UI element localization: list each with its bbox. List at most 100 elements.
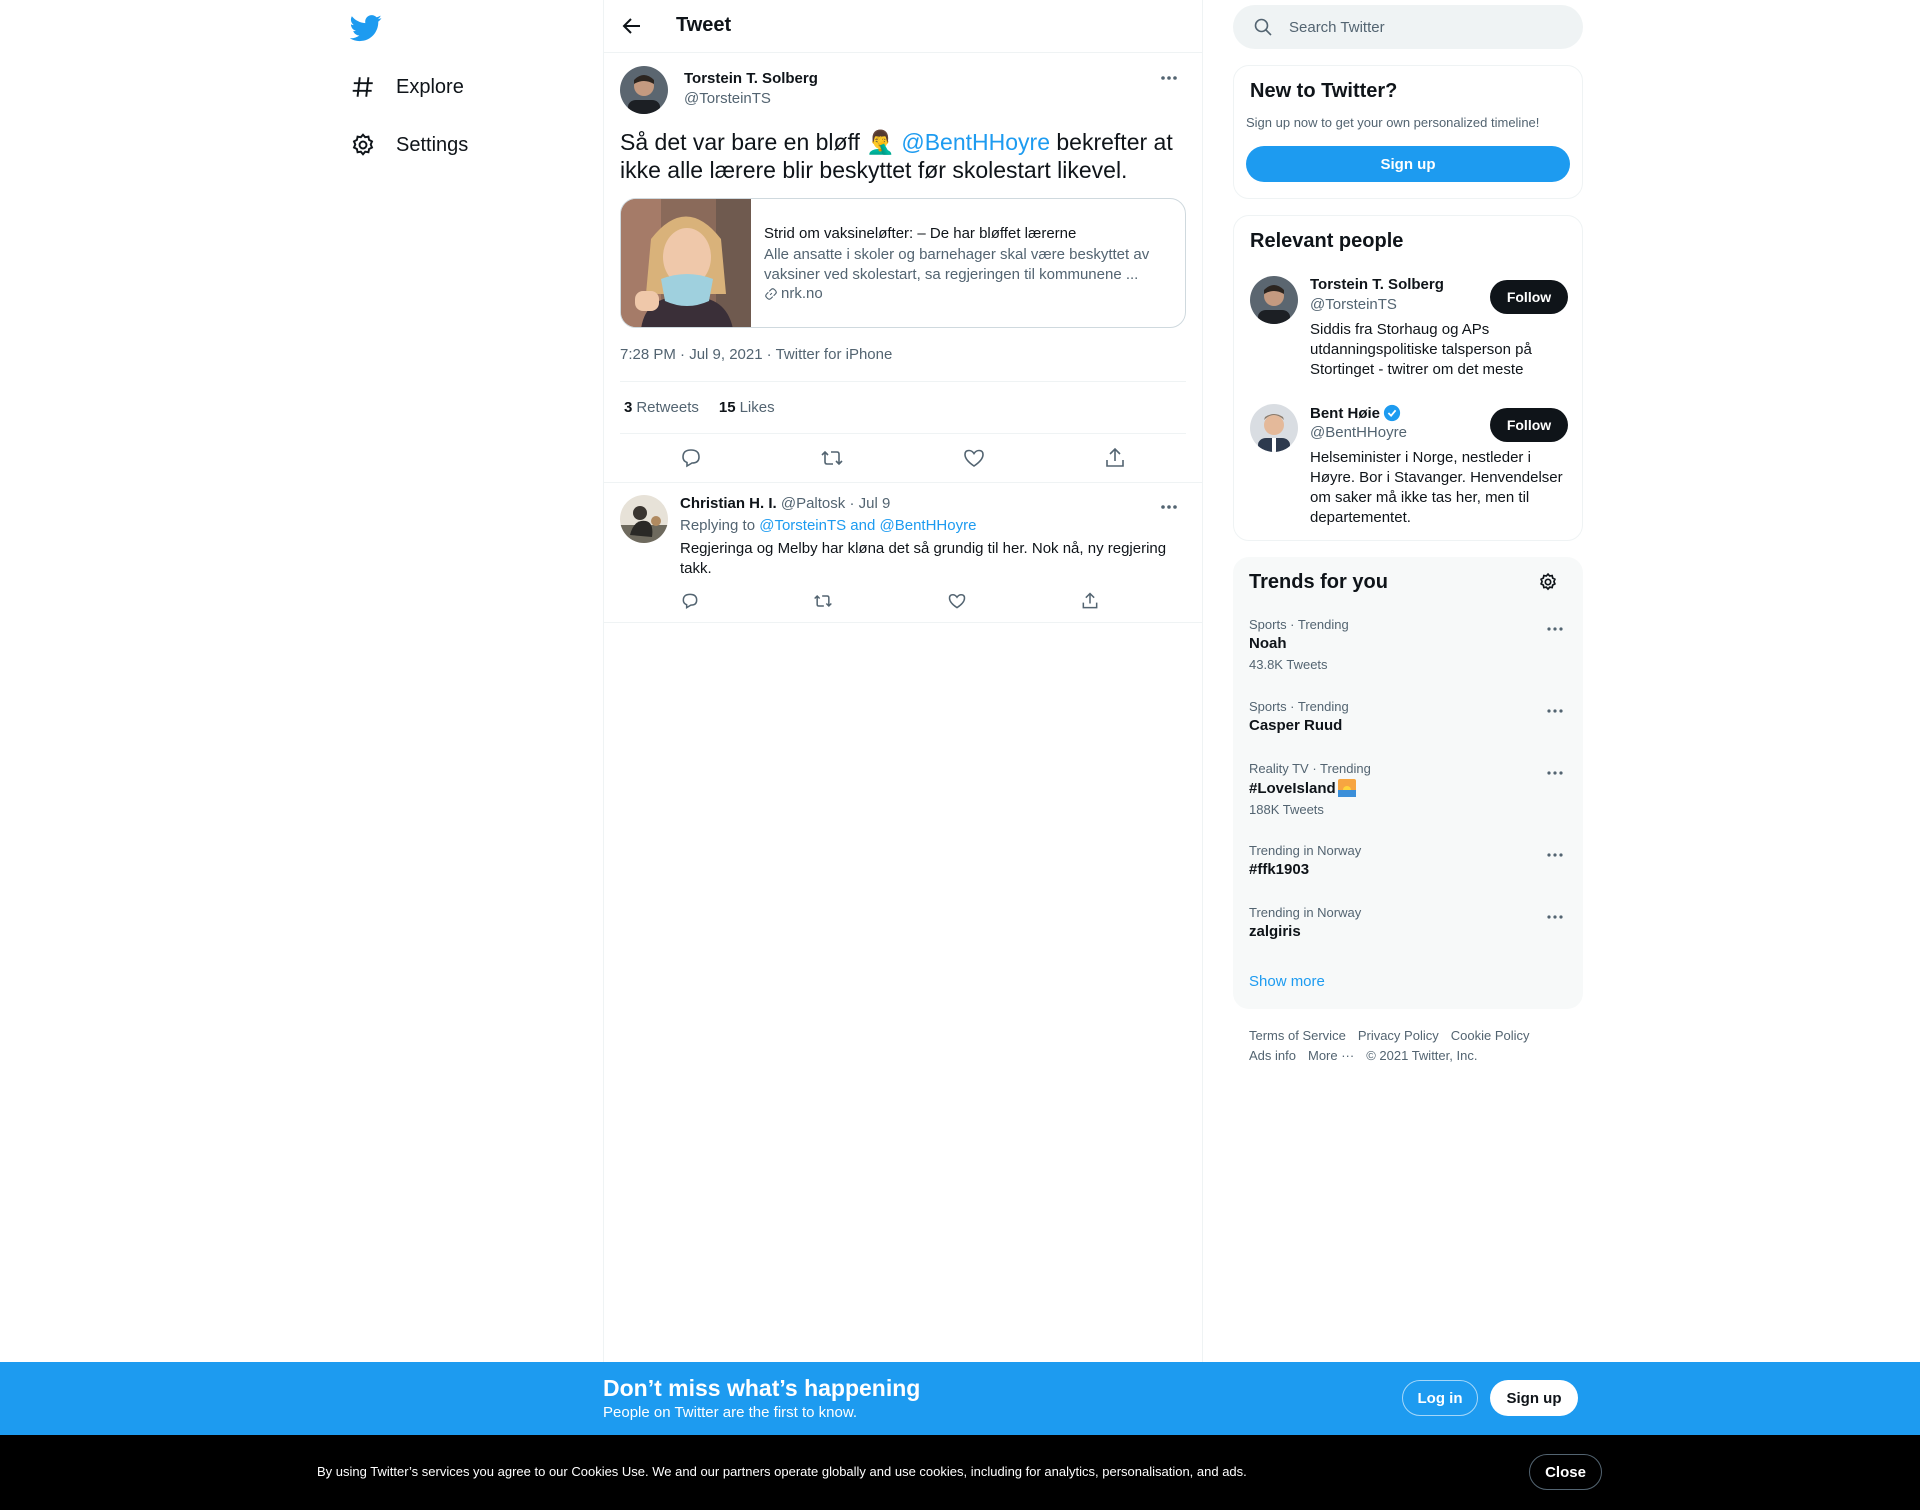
reply-author-name[interactable]: Christian H. I. <box>680 495 777 512</box>
search-icon <box>1253 17 1273 37</box>
signup-banner: Don’t miss what’s happening People on Tw… <box>0 1362 1920 1435</box>
tweet-time[interactable]: 7:28 PM · Jul 9, 2021 <box>620 346 763 363</box>
author-name[interactable]: Torstein T. Solberg <box>684 70 818 87</box>
sunset-emoji-icon <box>1337 779 1356 797</box>
trend-context: Trending in Norway <box>1249 905 1362 920</box>
more-options-icon[interactable] <box>1543 619 1567 639</box>
relevant-people-panel: Relevant people Torstein T. Solberg @Tor… <box>1233 215 1583 541</box>
person-handle[interactable]: @BentHHoyre <box>1310 424 1407 441</box>
footer-link-more[interactable]: More ··· <box>1308 1048 1354 1063</box>
mention-link[interactable]: @BentHHoyre <box>901 129 1050 155</box>
search-bar[interactable] <box>1233 5 1583 49</box>
more-options-icon[interactable] <box>1152 66 1186 90</box>
new-to-twitter-panel: New to Twitter? Sign up now to get your … <box>1233 65 1583 199</box>
back-arrow-icon[interactable] <box>620 14 644 38</box>
more-options-icon[interactable] <box>1152 495 1186 519</box>
avatar[interactable] <box>1250 404 1298 452</box>
login-button[interactable]: Log in <box>1402 1380 1478 1416</box>
footer-link-cookie[interactable]: Cookie Policy <box>1451 1028 1530 1043</box>
footer-link-terms[interactable]: Terms of Service <box>1249 1028 1346 1043</box>
heart-icon[interactable] <box>962 446 986 470</box>
link-card[interactable]: Strid om vaksineløfter: – De har bløffet… <box>620 198 1186 328</box>
trend-name: zalgiris <box>1249 923 1301 940</box>
retweets-label: Retweets <box>636 399 699 416</box>
footer-link-privacy[interactable]: Privacy Policy <box>1358 1028 1439 1043</box>
share-icon[interactable] <box>1103 446 1127 470</box>
trend-name-row: #LoveIsland <box>1249 779 1567 797</box>
twitter-bird-icon[interactable] <box>350 12 382 44</box>
trend-item[interactable]: Sports · Trending Noah 43.8K Tweets <box>1249 617 1567 672</box>
more-options-icon[interactable] <box>1543 907 1567 927</box>
footer-link-ads[interactable]: Ads info <box>1249 1048 1296 1063</box>
follow-button[interactable]: Follow <box>1490 280 1568 314</box>
page-header: Tweet <box>604 0 1202 53</box>
copyright: © 2021 Twitter, Inc. <box>1366 1048 1478 1063</box>
cookie-notice: By using Twitter’s services you agree to… <box>0 1435 1920 1510</box>
trend-item[interactable]: Sports · Trending Casper Ruud <box>1249 699 1567 734</box>
likes-stat[interactable]: 15 Likes <box>719 399 775 416</box>
heart-icon[interactable] <box>947 591 967 611</box>
author-handle[interactable]: @TorsteinTS <box>684 90 771 107</box>
reply-icon[interactable] <box>679 446 703 470</box>
person-bio: Siddis fra Storhaug og APs utdanningspol… <box>1310 321 1532 378</box>
more-options-icon[interactable] <box>1543 763 1567 783</box>
hashtag-icon <box>350 74 376 100</box>
trend-name: #ffk1903 <box>1249 861 1310 878</box>
reply-author-handle[interactable]: @Paltosk <box>781 495 845 512</box>
trend-item[interactable]: Reality TV · Trending #LoveIsland 188K T… <box>1249 761 1567 817</box>
person-name[interactable]: Torstein T. Solberg <box>1310 276 1444 293</box>
retweet-icon[interactable] <box>813 591 833 611</box>
follow-button[interactable]: Follow <box>1490 408 1568 442</box>
nav-settings[interactable]: Settings <box>350 121 468 169</box>
tweet-text-part: Så det var bare en bløff 🤦‍♂️ <box>620 129 902 155</box>
panel-title: Relevant people <box>1250 230 1404 252</box>
card-domain: nrk.no <box>764 285 823 302</box>
trend-count: 43.8K Tweets <box>1249 657 1328 672</box>
replying-prefix: Replying to <box>680 517 760 534</box>
tweet-actions <box>620 434 1186 482</box>
show-more-link[interactable]: Show more <box>1249 973 1325 990</box>
nav-settings-label: Settings <box>396 133 469 156</box>
tweet-source[interactable]: Twitter for iPhone <box>776 346 893 363</box>
reply-header: Christian H. I. @Paltosk · Jul 9 <box>680 495 890 512</box>
trend-item[interactable]: Trending in Norway #ffk1903 <box>1249 843 1567 878</box>
trend-context: Reality TV · Trending <box>1249 761 1371 776</box>
cookie-text: By using Twitter’s services you agree to… <box>317 1464 1247 1479</box>
avatar[interactable] <box>620 66 668 114</box>
retweet-icon[interactable] <box>820 446 844 470</box>
tweet-timestamp: 7:28 PM · Jul 9, 2021 · Twitter for iPhone <box>620 346 893 363</box>
nav-explore[interactable]: Explore <box>350 63 464 111</box>
signup-button[interactable]: Sign up <box>1490 1380 1578 1416</box>
tweet-text: Så det var bare en bløff 🤦‍♂️ @BentHHoyr… <box>620 128 1186 184</box>
retweets-count: 3 <box>624 399 633 416</box>
search-input[interactable] <box>1289 5 1569 49</box>
link-icon <box>764 287 778 301</box>
trend-context: Trending in Norway <box>1249 843 1362 858</box>
trend-count: 188K Tweets <box>1249 802 1324 817</box>
share-icon[interactable] <box>1080 591 1100 611</box>
person-bio: Helseminister i Norge, nestleder i Høyre… <box>1310 449 1563 526</box>
more-options-icon[interactable] <box>1543 701 1567 721</box>
reply-tweet[interactable]: Christian H. I. @Paltosk · Jul 9 Replyin… <box>604 482 1202 623</box>
retweets-stat[interactable]: 3 Retweets <box>624 399 699 416</box>
gear-icon[interactable] <box>1538 572 1558 592</box>
avatar[interactable] <box>620 495 668 543</box>
separator-dot: · <box>849 495 855 512</box>
reply-actions <box>680 591 1180 615</box>
replying-to: Replying to @TorsteinTS and @BentHHoyre <box>680 517 976 534</box>
replying-to-link[interactable]: @TorsteinTS and @BentHHoyre <box>759 517 976 534</box>
person-handle[interactable]: @TorsteinTS <box>1310 296 1397 313</box>
more-options-icon[interactable] <box>1543 845 1567 865</box>
reply-date[interactable]: Jul 9 <box>859 495 891 512</box>
person-name-text: Bent Høie <box>1310 404 1381 422</box>
footer-links: Terms of Service Privacy Policy Cookie Pol… <box>1249 1026 1569 1066</box>
close-button[interactable]: Close <box>1529 1454 1602 1490</box>
panel-title: Trends for you <box>1249 571 1388 593</box>
avatar[interactable] <box>1250 276 1298 324</box>
reply-icon[interactable] <box>680 591 700 611</box>
trend-item[interactable]: Trending in Norway zalgiris <box>1249 905 1567 940</box>
signup-button[interactable]: Sign up <box>1246 146 1570 182</box>
person-name[interactable]: Bent Høie <box>1310 404 1401 422</box>
panel-subtitle: Sign up now to get your own personalized… <box>1246 115 1540 130</box>
trend-context: Sports · Trending <box>1249 617 1349 632</box>
